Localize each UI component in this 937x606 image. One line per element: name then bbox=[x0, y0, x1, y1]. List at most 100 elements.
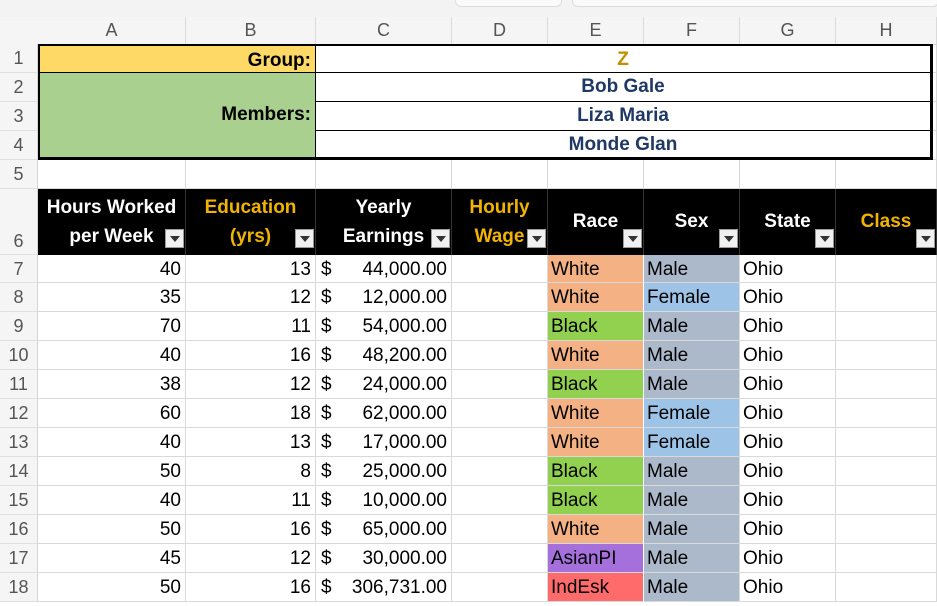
earnings-value[interactable]: $12,000.00 bbox=[316, 283, 452, 312]
state-value[interactable]: Ohio bbox=[740, 573, 836, 602]
row-header-6[interactable]: 6 bbox=[0, 189, 38, 255]
earnings-value[interactable]: $24,000.00 bbox=[316, 370, 452, 399]
filter-dropdown-icon[interactable] bbox=[165, 229, 184, 248]
class-value[interactable] bbox=[836, 573, 937, 602]
education-value[interactable]: 8 bbox=[186, 457, 316, 486]
hourly-wage-value[interactable] bbox=[452, 255, 548, 283]
state-value[interactable]: Ohio bbox=[740, 312, 836, 341]
sex-value[interactable]: Male bbox=[644, 573, 740, 602]
hours-value[interactable]: 50 bbox=[38, 457, 186, 486]
state-value[interactable]: Ohio bbox=[740, 341, 836, 370]
class-value[interactable] bbox=[836, 341, 937, 370]
hourly-wage-value[interactable] bbox=[452, 457, 548, 486]
sex-value[interactable]: Male bbox=[644, 544, 740, 573]
education-value[interactable]: 16 bbox=[186, 341, 316, 370]
class-value[interactable] bbox=[836, 370, 937, 399]
row-header-12[interactable]: 12 bbox=[0, 399, 38, 428]
race-value[interactable]: White bbox=[548, 399, 644, 428]
hourly-wage-value[interactable] bbox=[452, 283, 548, 312]
hourly-wage-value[interactable] bbox=[452, 370, 548, 399]
race-value[interactable]: White bbox=[548, 255, 644, 283]
hours-value[interactable]: 40 bbox=[38, 428, 186, 457]
class-value[interactable] bbox=[836, 515, 937, 544]
education-value[interactable]: 12 bbox=[186, 370, 316, 399]
state-value[interactable]: Ohio bbox=[740, 255, 836, 283]
earnings-value[interactable]: $48,200.00 bbox=[316, 341, 452, 370]
state-value[interactable]: Ohio bbox=[740, 399, 836, 428]
state-value[interactable]: Ohio bbox=[740, 370, 836, 399]
hours-value[interactable]: 60 bbox=[38, 399, 186, 428]
class-value[interactable] bbox=[836, 399, 937, 428]
sex-value[interactable]: Male bbox=[644, 341, 740, 370]
education-value[interactable]: 12 bbox=[186, 283, 316, 312]
sex-value[interactable]: Female bbox=[644, 428, 740, 457]
row-header-7[interactable]: 7 bbox=[0, 255, 38, 283]
row-header-17[interactable]: 17 bbox=[0, 544, 38, 573]
row-header-3[interactable]: 3 bbox=[0, 102, 38, 131]
class-value[interactable] bbox=[836, 428, 937, 457]
filter-dropdown-icon[interactable] bbox=[916, 229, 935, 248]
column-header-c[interactable]: C bbox=[316, 17, 452, 44]
education-value[interactable]: 11 bbox=[186, 312, 316, 341]
hours-value[interactable]: 45 bbox=[38, 544, 186, 573]
hourly-wage-value[interactable] bbox=[452, 399, 548, 428]
education-value[interactable]: 13 bbox=[186, 428, 316, 457]
hours-value[interactable]: 50 bbox=[38, 515, 186, 544]
hourly-wage-value[interactable] bbox=[452, 428, 548, 457]
hourly-wage-value[interactable] bbox=[452, 341, 548, 370]
class-value[interactable] bbox=[836, 544, 937, 573]
column-header-f[interactable]: F bbox=[644, 17, 740, 44]
column-header-e[interactable]: E bbox=[548, 17, 644, 44]
state-value[interactable]: Ohio bbox=[740, 428, 836, 457]
state-value[interactable]: Ohio bbox=[740, 283, 836, 312]
row-header-11[interactable]: 11 bbox=[0, 370, 38, 399]
sex-value[interactable]: Male bbox=[644, 486, 740, 515]
hourly-wage-value[interactable] bbox=[452, 544, 548, 573]
hourly-wage-value[interactable] bbox=[452, 573, 548, 602]
filter-dropdown-icon[interactable] bbox=[623, 229, 642, 248]
sex-value[interactable]: Male bbox=[644, 370, 740, 399]
hourly-wage-value[interactable] bbox=[452, 312, 548, 341]
race-value[interactable]: Black bbox=[548, 370, 644, 399]
race-value[interactable]: IndEsk bbox=[548, 573, 644, 602]
sex-value[interactable]: Male bbox=[644, 457, 740, 486]
race-value[interactable]: Black bbox=[548, 312, 644, 341]
race-value[interactable]: Black bbox=[548, 486, 644, 515]
earnings-value[interactable]: $306,731.00 bbox=[316, 573, 452, 602]
race-value[interactable]: Black bbox=[548, 457, 644, 486]
row-header-5[interactable]: 5 bbox=[0, 160, 38, 189]
row-header-10[interactable]: 10 bbox=[0, 341, 38, 370]
hours-value[interactable]: 50 bbox=[38, 573, 186, 602]
hours-value[interactable]: 40 bbox=[38, 255, 186, 283]
filter-dropdown-icon[interactable] bbox=[815, 229, 834, 248]
filter-dropdown-icon[interactable] bbox=[719, 229, 738, 248]
state-value[interactable]: Ohio bbox=[740, 486, 836, 515]
class-value[interactable] bbox=[836, 283, 937, 312]
row-header-16[interactable]: 16 bbox=[0, 515, 38, 544]
sex-value[interactable]: Male bbox=[644, 255, 740, 283]
row-header-14[interactable]: 14 bbox=[0, 457, 38, 486]
class-value[interactable] bbox=[836, 255, 937, 283]
earnings-value[interactable]: $30,000.00 bbox=[316, 544, 452, 573]
row-header-13[interactable]: 13 bbox=[0, 428, 38, 457]
state-value[interactable]: Ohio bbox=[740, 457, 836, 486]
earnings-value[interactable]: $25,000.00 bbox=[316, 457, 452, 486]
earnings-value[interactable]: $17,000.00 bbox=[316, 428, 452, 457]
state-value[interactable]: Ohio bbox=[740, 515, 836, 544]
race-value[interactable]: White bbox=[548, 341, 644, 370]
sex-value[interactable]: Female bbox=[644, 283, 740, 312]
column-header-b[interactable]: B bbox=[186, 17, 316, 44]
hours-value[interactable]: 70 bbox=[38, 312, 186, 341]
class-value[interactable] bbox=[836, 457, 937, 486]
education-value[interactable]: 13 bbox=[186, 255, 316, 283]
row-header-9[interactable]: 9 bbox=[0, 312, 38, 341]
sex-value[interactable]: Female bbox=[644, 399, 740, 428]
education-value[interactable]: 16 bbox=[186, 515, 316, 544]
earnings-value[interactable]: $44,000.00 bbox=[316, 255, 452, 283]
hours-value[interactable]: 38 bbox=[38, 370, 186, 399]
column-header-d[interactable]: D bbox=[452, 17, 548, 44]
race-value[interactable]: White bbox=[548, 283, 644, 312]
earnings-value[interactable]: $54,000.00 bbox=[316, 312, 452, 341]
hourly-wage-value[interactable] bbox=[452, 486, 548, 515]
hourly-wage-value[interactable] bbox=[452, 515, 548, 544]
